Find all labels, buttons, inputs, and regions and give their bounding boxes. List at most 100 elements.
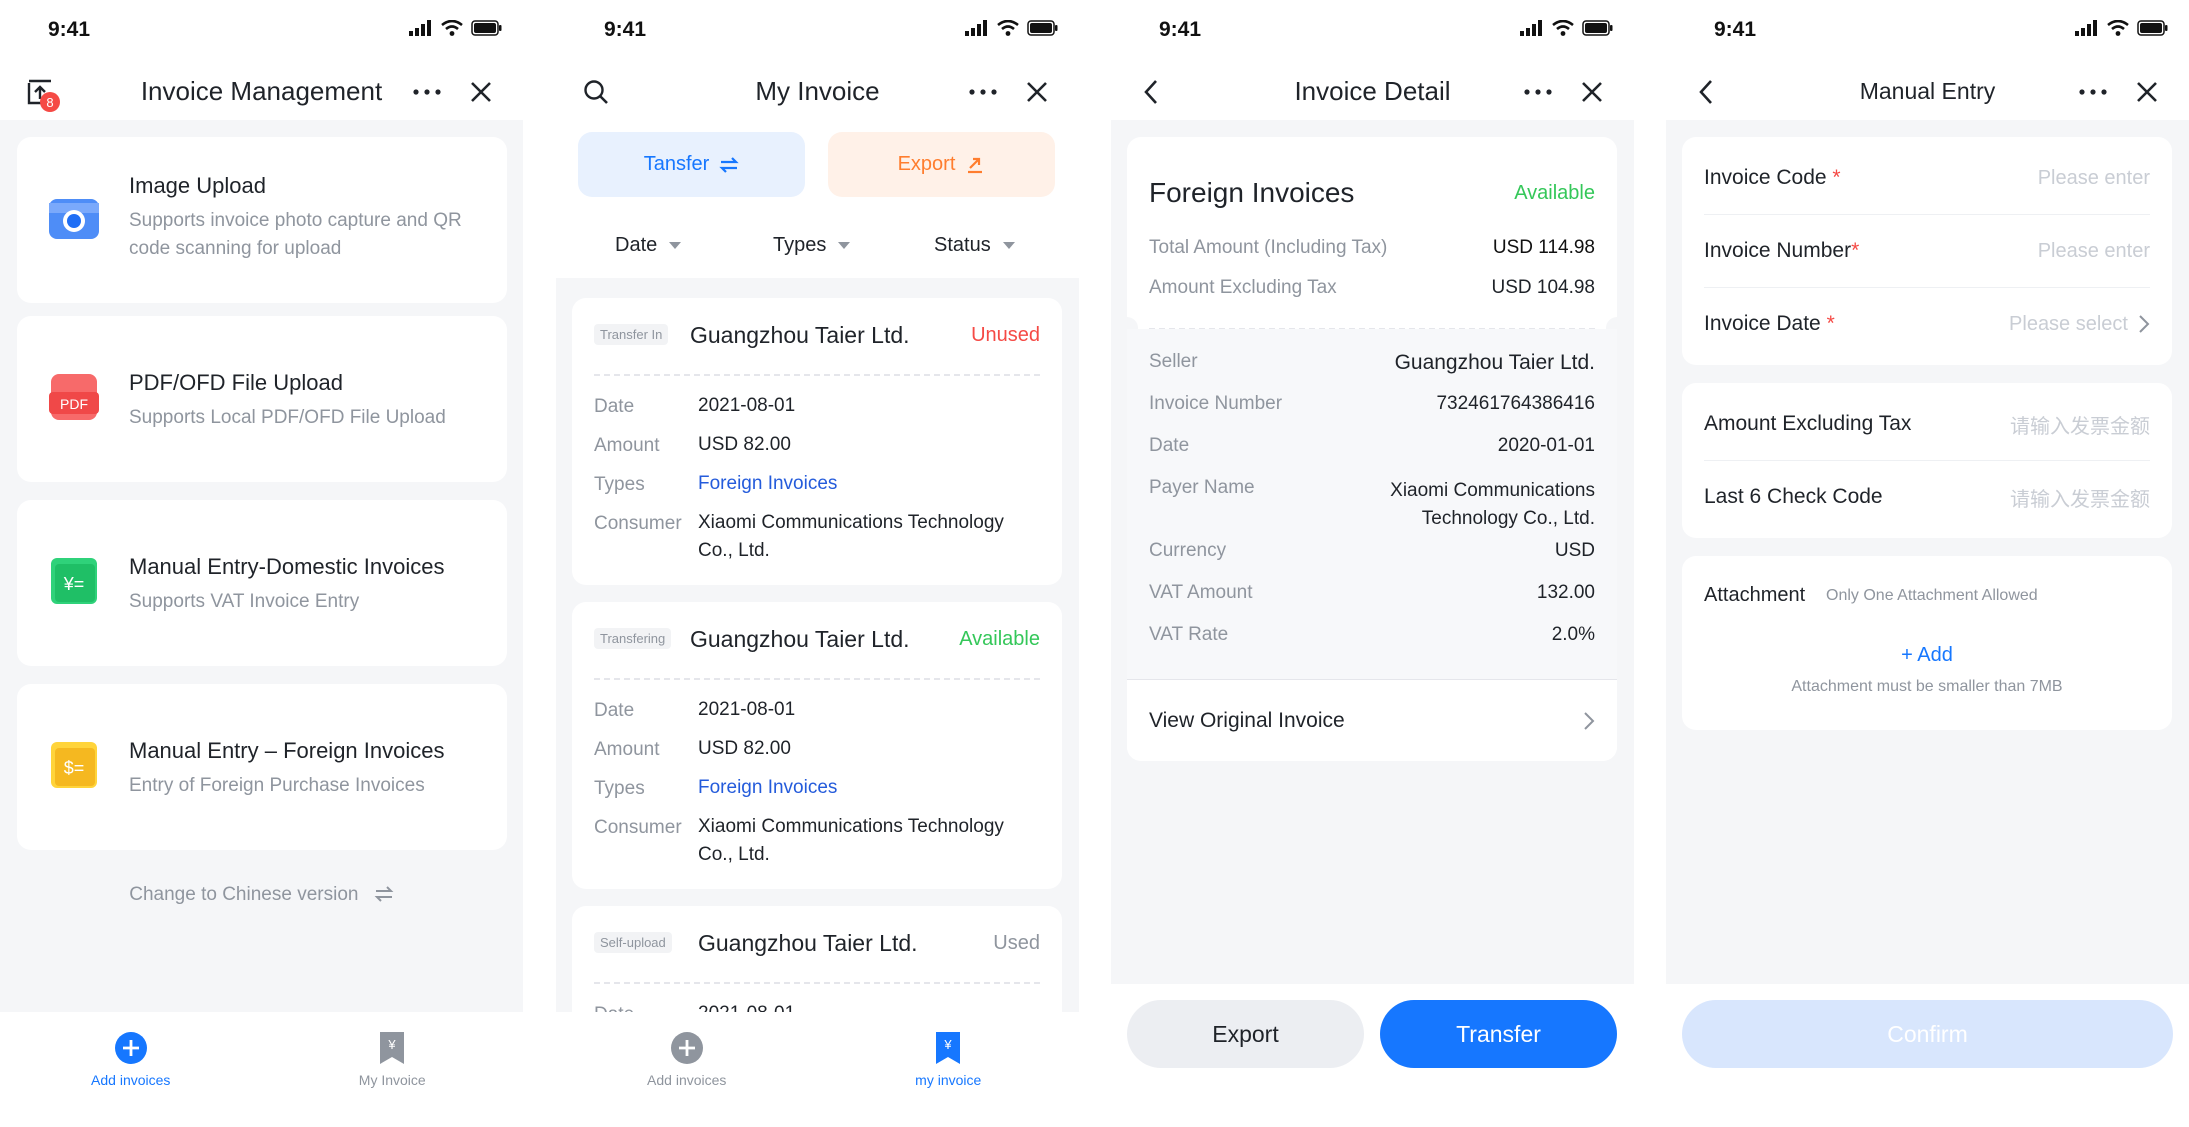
tab-add-invoices[interactable]: Add invoices — [0, 1012, 262, 1127]
invoice-number-field[interactable]: Invoice Number* Please enter — [1704, 215, 2150, 287]
card-title: Manual Entry – Foreign Invoices — [129, 738, 445, 763]
chevron-left-icon — [1699, 80, 1712, 104]
card-desc: Supports VAT Invoice Entry — [129, 591, 360, 612]
image-upload-card[interactable]: Image Upload Supports invoice photo capt… — [17, 137, 507, 303]
export-icon — [968, 157, 983, 173]
search-button[interactable] — [578, 74, 614, 110]
filter-date[interactable]: Date — [615, 234, 682, 257]
status-bar: 9:41 — [0, 0, 523, 62]
more-button[interactable] — [965, 74, 1001, 110]
filter-status[interactable]: Status — [934, 234, 1015, 257]
close-button[interactable] — [1019, 74, 1055, 110]
view-original-row[interactable]: View Original Invoice — [1127, 679, 1617, 761]
bottom-action-bar: Confirm — [1666, 984, 2189, 1127]
system-icons — [965, 20, 1059, 36]
check-code-field[interactable]: Last 6 Check Code 请输入发票金额 — [1704, 461, 2150, 533]
nav-bar: 8 Invoice Management — [0, 62, 523, 120]
attachment-label: Attachment — [1704, 584, 1806, 606]
pdf-upload-card[interactable]: PDF PDF/OFD File Upload Supports Local P… — [17, 316, 507, 482]
more-button[interactable] — [409, 74, 445, 110]
invoice-code-input[interactable]: Please enter — [2038, 167, 2150, 190]
svg-text:¥: ¥ — [388, 1037, 397, 1052]
close-button[interactable] — [2129, 74, 2165, 110]
source-tag: Transfer In — [594, 324, 669, 345]
screen-invoice-detail: 9:41 Invoice Detail Foreign Invoices Ava… — [1111, 0, 1634, 1127]
battery-icon — [1582, 20, 1613, 36]
invoice-number-input[interactable]: Please enter — [2038, 240, 2150, 263]
more-button[interactable] — [1520, 74, 1556, 110]
screen-invoice-management: 9:41 8 Invoice Management Image Upload S… — [0, 0, 523, 1127]
confirm-button[interactable]: Confirm — [1682, 1000, 2173, 1068]
invoice-info-form: Invoice Code * Please enter Invoice Numb… — [1682, 137, 2172, 365]
export-button[interactable]: Export — [1127, 1000, 1364, 1068]
more-dots-icon — [1524, 89, 1552, 95]
status-time: 9:41 — [1159, 18, 1202, 41]
company-name: Guangzhou Taier Ltd. — [690, 626, 910, 652]
invoice-bookmark-icon: ¥ — [380, 1032, 405, 1064]
attachment-hint: Only One Attachment Allowed — [1826, 587, 2038, 604]
nav-bar: My Invoice — [556, 62, 1079, 120]
back-button[interactable] — [1688, 74, 1724, 110]
status-bar: 9:41 — [1666, 0, 2189, 62]
filter-types[interactable]: Types — [773, 234, 851, 257]
svg-text:¥: ¥ — [944, 1037, 953, 1052]
add-circle-icon — [114, 1032, 147, 1064]
check-code-input[interactable]: 请输入发票金额 — [2010, 483, 2150, 512]
more-dots-icon — [413, 89, 441, 95]
type-link[interactable]: Foreign Invoices — [698, 774, 1038, 802]
notification-badge: 8 — [40, 92, 60, 112]
invoice-code-field[interactable]: Invoice Code * Please enter — [1704, 142, 2150, 214]
svg-text:PDF: PDF — [60, 396, 88, 412]
invoice-card[interactable]: Transfer In Guangzhou Taier Ltd. Unused … — [572, 298, 1062, 585]
more-dots-icon — [2079, 89, 2107, 95]
detail-row: Currency USD — [1149, 540, 1595, 561]
company-name: Guangzhou Taier Ltd. — [690, 322, 910, 348]
status-bar: 9:41 — [1111, 0, 1634, 62]
upload-notice-button[interactable]: 8 — [22, 74, 60, 112]
card-title: PDF/OFD File Upload — [129, 370, 343, 395]
type-link[interactable]: Foreign Invoices — [698, 470, 1038, 498]
detail-row: Total Amount (Including Tax) USD 114.98 — [1149, 237, 1595, 258]
close-button[interactable] — [1574, 74, 1610, 110]
invoice-date-picker[interactable]: Please select — [2009, 313, 2150, 336]
transfer-button[interactable]: Tansfer — [578, 132, 805, 197]
dollar-invoice-icon: $= — [51, 742, 97, 788]
status-label: Available — [959, 628, 1040, 650]
wifi-icon — [997, 20, 1019, 36]
more-button[interactable] — [2075, 74, 2111, 110]
transfer-button[interactable]: Transfer — [1380, 1000, 1617, 1068]
detail-row: VAT Amount 132.00 — [1149, 582, 1595, 603]
detail-row: Invoice Number 732461764386416 — [1149, 393, 1595, 414]
close-button[interactable] — [463, 74, 499, 110]
back-button[interactable] — [1133, 74, 1169, 110]
export-button[interactable]: Export — [828, 132, 1055, 197]
battery-icon — [471, 20, 502, 36]
amount-excl-tax-field[interactable]: Amount Excluding Tax 请输入发票金额 — [1704, 388, 2150, 460]
tab-add-invoices[interactable]: Add invoices — [556, 1012, 818, 1127]
page-title: Invoice Detail — [1294, 75, 1451, 106]
source-tag: Self-upload — [594, 932, 672, 953]
foreign-entry-card[interactable]: $= Manual Entry – Foreign Invoices Entry… — [17, 684, 507, 850]
add-circle-icon — [670, 1032, 703, 1064]
caret-down-icon — [669, 241, 682, 249]
signal-icon — [965, 20, 987, 36]
tab-my-invoice[interactable]: ¥ My Invoice — [262, 1012, 524, 1127]
status-label: Available — [1514, 182, 1595, 204]
close-icon — [471, 82, 491, 102]
screen-manual-entry: 9:41 Manual Entry Invoice Code * Please … — [1666, 0, 2189, 1127]
camera-icon — [49, 199, 99, 239]
battery-icon — [1027, 20, 1058, 36]
invoice-card[interactable]: Transfering Guangzhou Taier Ltd. Availab… — [572, 602, 1062, 889]
nav-bar: Manual Entry — [1666, 62, 2189, 120]
domestic-entry-card[interactable]: ¥= Manual Entry-Domestic Invoices Suppor… — [17, 500, 507, 666]
attachment-section: Attachment Only One Attachment Allowed +… — [1682, 556, 2172, 730]
tab-my-invoice[interactable]: ¥ my invoice — [818, 1012, 1080, 1127]
detail-row: Date 2020-01-01 — [1149, 435, 1595, 456]
add-attachment-button[interactable]: + Add — [1682, 644, 2172, 667]
change-language-link[interactable]: Change to Chinese version — [0, 884, 523, 906]
amount-input[interactable]: 请输入发票金额 — [2010, 410, 2150, 439]
invoice-type-title: Foreign Invoices — [1149, 177, 1355, 208]
page-title: Invoice Management — [140, 75, 383, 106]
invoice-date-field[interactable]: Invoice Date * Please select — [1704, 288, 2150, 360]
chevron-right-icon — [1584, 711, 1595, 730]
